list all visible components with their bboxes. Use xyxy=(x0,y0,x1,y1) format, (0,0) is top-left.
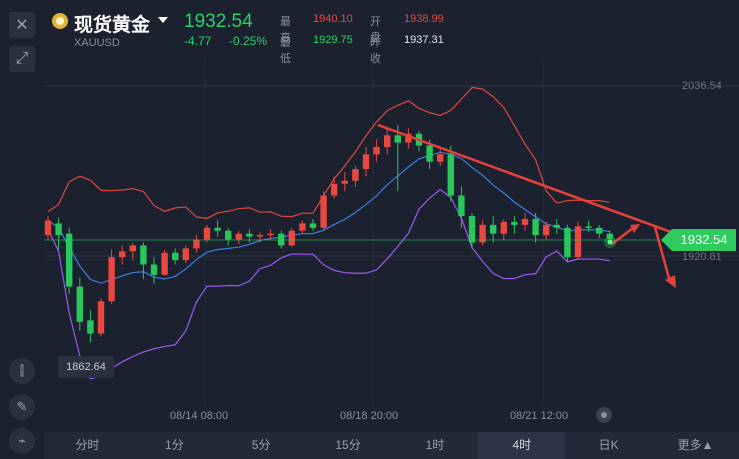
candle-body xyxy=(500,221,507,234)
upper-band-line xyxy=(47,86,610,219)
candle-body xyxy=(55,223,62,236)
candle-body xyxy=(256,235,264,237)
candle-body xyxy=(161,252,168,275)
candle-body xyxy=(129,245,136,252)
min-price-tag: 1862.64 xyxy=(58,356,114,378)
timeframe-tab[interactable]: 日K xyxy=(565,432,652,459)
candle-body xyxy=(309,223,317,228)
candle-body xyxy=(394,135,401,143)
candle-body xyxy=(225,230,232,240)
candle-body xyxy=(521,218,529,225)
candle-body xyxy=(511,221,518,225)
middle-band-line xyxy=(47,151,610,284)
candle-body xyxy=(596,227,603,234)
timeframe-tab[interactable]: 分时 xyxy=(44,432,131,459)
y-axis-label-top: 2036.54 xyxy=(682,80,722,92)
candle-body xyxy=(320,195,327,228)
candle-body xyxy=(87,320,94,334)
lower-band-line xyxy=(47,188,610,380)
current-price-tag: 1932.54 xyxy=(661,229,736,251)
candle-body xyxy=(44,220,52,236)
candle-body xyxy=(97,301,105,334)
candle-body xyxy=(288,230,295,246)
timeframe-tab[interactable]: 1分 xyxy=(131,432,218,459)
timeframe-tab[interactable]: 5分 xyxy=(218,432,305,459)
y-axis-label-bottom: 1920.81 xyxy=(682,251,722,263)
candle-body xyxy=(119,251,126,258)
candle-body xyxy=(574,226,582,258)
candle-body xyxy=(267,233,274,236)
candle-body xyxy=(532,218,539,236)
live-dot xyxy=(607,239,613,245)
candle-body xyxy=(331,183,338,196)
candle-body xyxy=(553,224,560,228)
timeframe-bar: 分时 1分 5分 15分 1时 4时 日K 更多▲ xyxy=(44,432,739,459)
candle-body xyxy=(447,154,454,196)
candle-body xyxy=(564,227,571,258)
candle-body xyxy=(182,248,189,261)
candle-body xyxy=(66,233,73,287)
candle-body xyxy=(140,245,147,265)
candle-body xyxy=(150,264,158,275)
candle-body xyxy=(352,169,359,181)
candle-body xyxy=(193,239,200,249)
candle-body xyxy=(76,286,83,322)
candle-body xyxy=(246,233,253,237)
candle-body xyxy=(585,226,592,228)
candle-body xyxy=(299,223,306,231)
x-axis-label: 08/21 12:00 xyxy=(510,410,569,422)
candle-body xyxy=(203,227,211,240)
candle-body xyxy=(458,195,465,217)
candle-body xyxy=(172,252,179,261)
candle-body xyxy=(341,180,348,184)
candle-body xyxy=(108,257,115,302)
candle-body xyxy=(468,216,476,243)
timeframe-tab[interactable]: 1时 xyxy=(392,432,479,459)
scroll-reset-dot xyxy=(601,412,607,418)
candle-body xyxy=(235,233,242,240)
candle-body xyxy=(426,145,433,162)
down-arrowhead-icon xyxy=(665,275,676,288)
x-axis-label: 08/18 20:00 xyxy=(340,410,399,422)
candle-body xyxy=(384,135,391,148)
candle-body xyxy=(543,224,550,236)
candles xyxy=(44,124,613,343)
timeframe-tab[interactable]: 15分 xyxy=(305,432,392,459)
candle-body xyxy=(214,227,221,231)
x-axis-label: 08/14 08:00 xyxy=(170,410,229,422)
candle-body xyxy=(437,154,444,162)
bollinger-bands xyxy=(47,86,610,380)
timeframe-tab[interactable]: 更多▲ xyxy=(652,432,739,459)
candle-body xyxy=(490,224,497,234)
candle-body xyxy=(362,154,370,170)
candle-body xyxy=(373,147,380,155)
timeframe-tab[interactable]: 4时 xyxy=(478,432,566,459)
